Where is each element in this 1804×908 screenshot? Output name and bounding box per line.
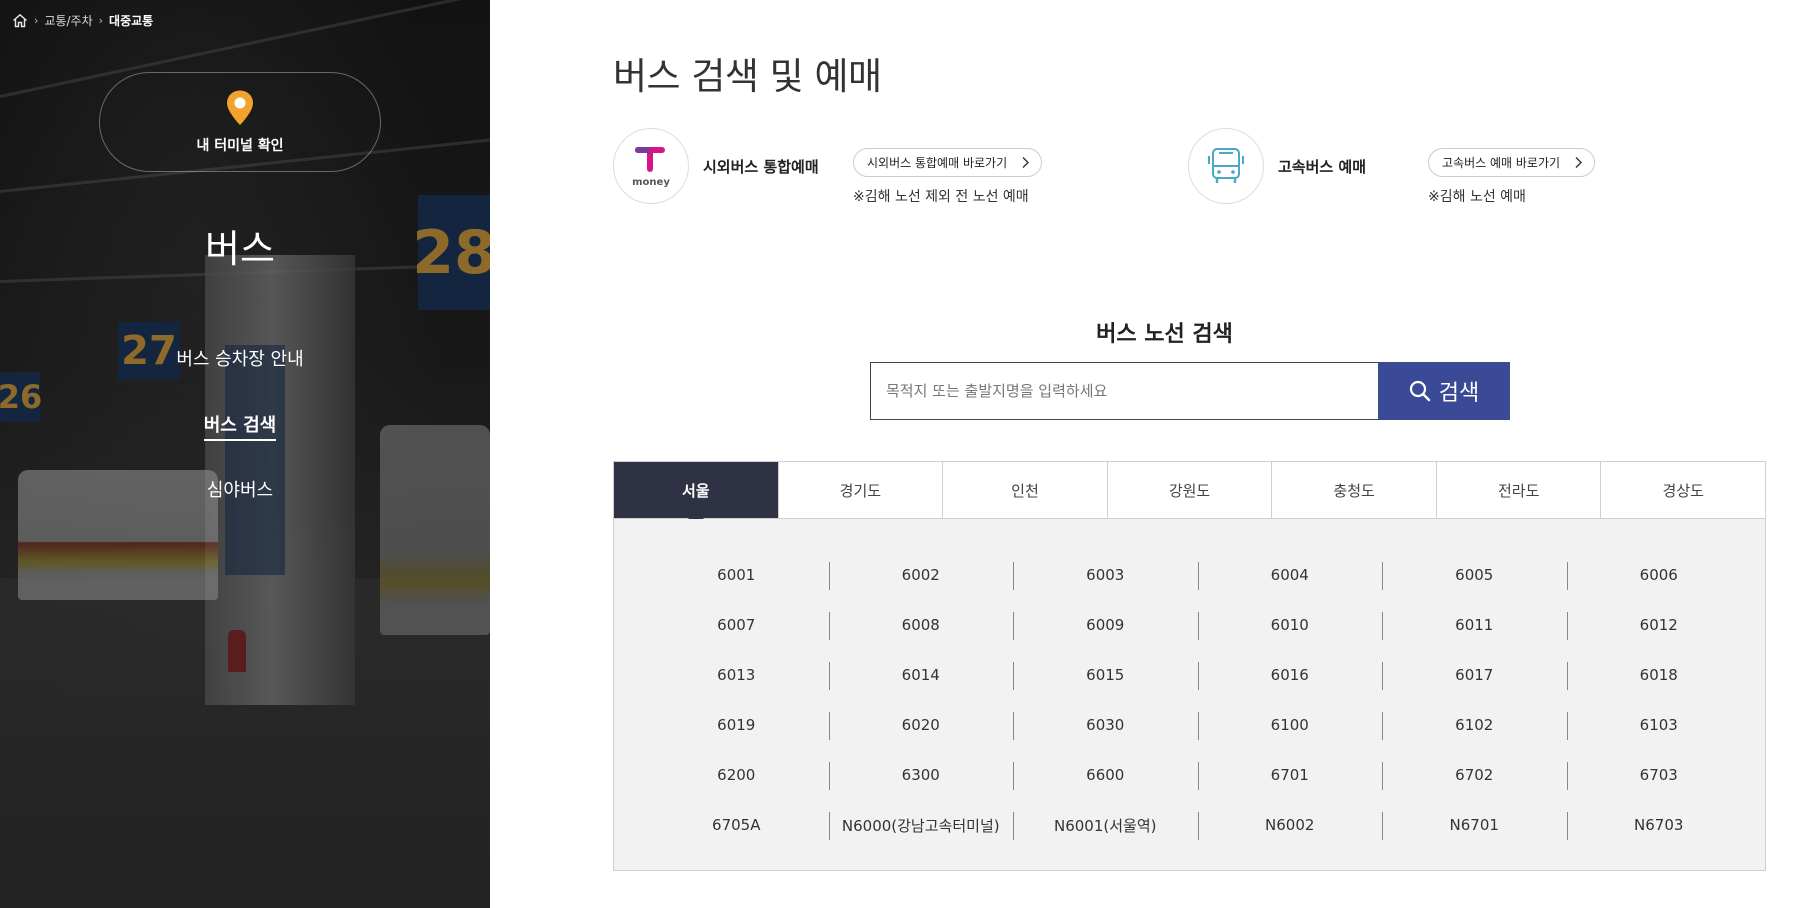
- route-link[interactable]: 6018: [1566, 650, 1752, 700]
- route-link[interactable]: N6001(서울역): [1013, 800, 1198, 850]
- route-link[interactable]: 6013: [644, 650, 829, 700]
- tab-region[interactable]: 강원도: [1106, 462, 1272, 518]
- tab-region[interactable]: 충청도: [1271, 462, 1436, 518]
- location-pin-icon: [227, 90, 253, 125]
- tab-region[interactable]: 인천: [942, 462, 1107, 518]
- breadcrumb-item[interactable]: 교통/주차: [44, 12, 92, 29]
- express-booking-link-label: 고속버스 예매 바로가기: [1442, 156, 1561, 170]
- routes-panel: 6001 6002 6003 6004 6005 6006 6007 6008 6009 6010…: [613, 519, 1766, 871]
- route-link[interactable]: N6701: [1382, 800, 1567, 850]
- route-link[interactable]: 6011: [1382, 600, 1567, 650]
- route-link[interactable]: 6100: [1197, 700, 1383, 750]
- route-link[interactable]: N6000(강남고속터미널): [828, 800, 1014, 850]
- route-link[interactable]: 6703: [1566, 750, 1752, 800]
- search-icon: [1409, 380, 1430, 402]
- route-search-title: 버스 노선 검색: [1096, 322, 1233, 347]
- route-link[interactable]: 6014: [828, 650, 1014, 700]
- route-link[interactable]: 6300: [828, 750, 1014, 800]
- route-link[interactable]: 6102: [1382, 700, 1567, 750]
- route-link[interactable]: 6200: [644, 750, 829, 800]
- route-link[interactable]: 6015: [1013, 650, 1198, 700]
- intercity-booking-link[interactable]: 시외버스 통합예매 바로가기: [853, 148, 1043, 177]
- route-link[interactable]: 6001: [644, 550, 829, 600]
- home-icon[interactable]: [12, 13, 28, 28]
- route-link[interactable]: 6008: [828, 600, 1014, 650]
- route-link[interactable]: 6705A: [644, 800, 829, 850]
- sidebar-item-label: 버스 검색: [203, 415, 277, 441]
- route-link[interactable]: 6010: [1197, 600, 1383, 650]
- route-link[interactable]: N6002: [1197, 800, 1383, 850]
- route-link[interactable]: 6017: [1382, 650, 1567, 700]
- sidebar-item-bus-platform[interactable]: 버스 승차장 안내: [0, 345, 480, 371]
- my-terminal-button[interactable]: 내 터미널 확인: [99, 72, 381, 172]
- sidebar: 28 27 26 › 교통/주차 › 대중교통 내 터미널 확인 버스 버스 승…: [0, 0, 490, 908]
- express-booking-note: ※김해 노선 예매: [1428, 189, 1526, 205]
- route-link[interactable]: 6012: [1566, 600, 1752, 650]
- tab-region[interactable]: 서울: [614, 462, 778, 526]
- express-booking-link[interactable]: 고속버스 예매 바로가기: [1428, 148, 1596, 177]
- express-bus-logo: [1188, 128, 1264, 204]
- chevron-right-icon: [1575, 157, 1583, 168]
- route-search-button[interactable]: 검색: [1378, 362, 1510, 420]
- tab-region[interactable]: 경상도: [1600, 462, 1765, 518]
- intercity-booking-note: ※김해 노선 제외 전 노선 예매: [853, 189, 1029, 205]
- chevron-right-icon: ›: [34, 14, 39, 27]
- route-link[interactable]: 6005: [1382, 550, 1567, 600]
- route-search-input[interactable]: [871, 363, 1380, 419]
- intercity-booking-title: 시외버스 통합예매: [703, 158, 819, 176]
- region-tabs: 서울 경기도 인천 강원도 충청도 전라도 경상도: [613, 461, 1766, 526]
- route-link[interactable]: 6009: [1013, 600, 1198, 650]
- sidebar-item-label: 버스 승차장 안내: [176, 349, 304, 370]
- intercity-booking-link-label: 시외버스 통합예매 바로가기: [867, 156, 1008, 170]
- route-link[interactable]: 6600: [1013, 750, 1198, 800]
- route-link[interactable]: 6006: [1566, 550, 1752, 600]
- chevron-right-icon: ›: [98, 14, 104, 27]
- route-link[interactable]: N6703: [1566, 800, 1752, 850]
- express-booking-title: 고속버스 예매: [1278, 158, 1367, 176]
- tab-region[interactable]: 전라도: [1435, 462, 1601, 518]
- route-link[interactable]: 6030: [1013, 700, 1198, 750]
- route-link[interactable]: 6019: [644, 700, 829, 750]
- route-search-button-label: 검색: [1438, 381, 1480, 406]
- route-link[interactable]: 6702: [1382, 750, 1567, 800]
- route-link[interactable]: 6020: [828, 700, 1014, 750]
- bus-icon: [1208, 148, 1244, 183]
- route-link[interactable]: 6007: [644, 600, 829, 650]
- route-link[interactable]: 6004: [1197, 550, 1383, 600]
- routes-grid: 6001 6002 6003 6004 6005 6006 6007 6008 6009 6010…: [644, 550, 1751, 850]
- tab-region[interactable]: 경기도: [777, 462, 943, 518]
- route-link[interactable]: 6701: [1197, 750, 1383, 800]
- main-content: 버스 검색 및 예매 money 시외버스 통합예매 시외버스 통합예매 바로가…: [490, 0, 1804, 908]
- tmoney-logo-text: money: [632, 177, 670, 188]
- route-link[interactable]: 6003: [1013, 550, 1198, 600]
- breadcrumb: › 교통/주차 › 대중교통: [12, 12, 153, 29]
- tmoney-logo: money: [613, 128, 689, 204]
- sidebar-title: 버스: [205, 227, 275, 271]
- sidebar-item-label: 심야버스: [206, 480, 274, 501]
- route-link[interactable]: 6016: [1197, 650, 1383, 700]
- sidebar-item-bus-search[interactable]: 버스 검색: [0, 411, 480, 441]
- chevron-right-icon: [1022, 157, 1030, 168]
- breadcrumb-current: 대중교통: [109, 14, 154, 28]
- sidebar-item-night-bus[interactable]: 심야버스: [0, 476, 480, 502]
- page-title: 버스 검색 및 예매: [613, 55, 882, 98]
- route-search-box: [870, 362, 1380, 420]
- route-link[interactable]: 6103: [1566, 700, 1752, 750]
- my-terminal-label: 내 터미널 확인: [196, 138, 284, 154]
- route-link[interactable]: 6002: [828, 550, 1014, 600]
